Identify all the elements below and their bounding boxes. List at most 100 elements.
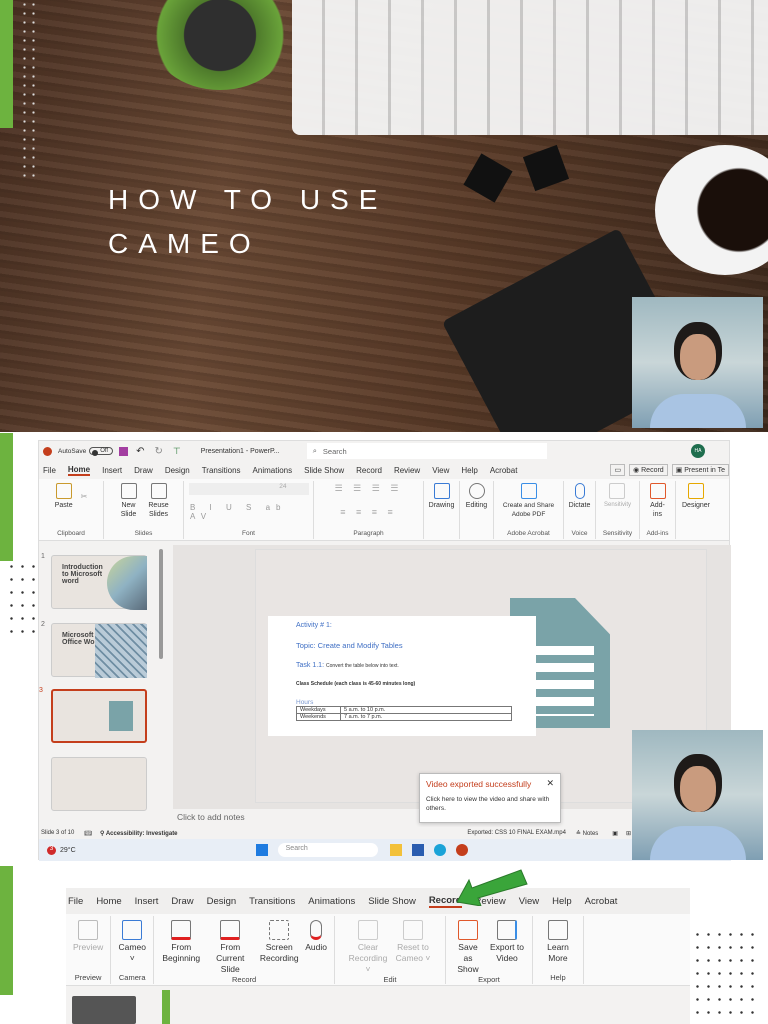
help-book-icon [547,920,568,940]
tab-help[interactable]: Help [461,466,477,475]
screen-recording-icon [269,920,290,940]
accent-bar [0,866,13,995]
accent-bar [162,990,170,1024]
tab-home[interactable]: Home [96,896,121,907]
present-in-teams-button[interactable]: ▣ Present in Te [671,464,729,476]
tab-acrobat[interactable]: Acrobat [585,896,618,907]
reuse-slides-icon [150,482,167,499]
weather-widget[interactable]: 29°C [60,847,76,854]
slide-thumbnail-4[interactable] [51,757,147,811]
preview-button[interactable]: Preview [73,920,103,953]
taskbar-search[interactable]: Search [277,843,378,857]
paste-button[interactable]: Paste [55,482,73,510]
font-size-select[interactable]: 24 [188,482,309,495]
ribbon-tabs: File Home Insert Draw Design Transitions… [39,461,729,479]
record-button[interactable]: ◉ Record [629,464,668,476]
green-arrow-pointer [456,869,528,906]
dot-pattern [6,560,38,635]
editing-button[interactable]: Editing [466,482,487,510]
tab-design[interactable]: Design [165,466,190,475]
title-bar: AutoSave Off ↶ ↻ ⊤ Presentation1 - Power… [39,441,729,461]
edge-icon[interactable] [433,844,446,856]
learn-more-button[interactable]: Learn More [544,920,572,964]
tab-view[interactable]: View [432,466,449,475]
save-icon[interactable] [119,446,129,456]
export-toast[interactable]: Video exported successfully ✕ Click here… [419,773,561,823]
tab-record[interactable]: Record [356,466,382,475]
slide-thumbnail[interactable] [72,996,136,1024]
record-from-beginning-button[interactable]: From Beginning [161,920,201,964]
slide-thumbnail-1[interactable]: Introduction to Microsoft word [51,555,147,610]
cut-icon[interactable]: ✂ [81,492,88,501]
align-buttons[interactable]: ≡ ≡ ≡ ≡ [340,507,397,517]
tab-transitions[interactable]: Transitions [202,466,241,475]
tab-insert[interactable]: Insert [102,466,122,475]
reuse-slides-button[interactable]: Reuse Slides [146,482,172,519]
accent-bar [0,433,13,561]
accessibility-status[interactable]: ⚲ Accessibility: Investigate [100,830,178,837]
create-adobe-pdf-button[interactable]: Create and Share Adobe PDF [500,482,557,519]
tab-help[interactable]: Help [552,896,572,907]
slide-thumbnail-2[interactable]: Microsoft Office Word [51,623,147,678]
search-box[interactable]: ⌕ Search [306,443,547,459]
audio-button[interactable]: Audio [305,920,327,953]
new-slide-button[interactable]: New Slide [116,482,142,519]
redo-icon[interactable]: ↻ [154,446,162,457]
sensitivity-button[interactable]: Sensitivity [604,482,631,510]
spelling-icon[interactable]: 📖︎ [84,830,92,837]
cameo-button[interactable]: Cameo ˅ [118,920,146,964]
reset-to-cameo-button[interactable]: Reset to Cameo ˅ [394,920,432,964]
tab-slide-show[interactable]: Slide Show [304,466,344,475]
tab-file[interactable]: File [68,896,83,907]
tab-draw[interactable]: Draw [171,896,193,907]
start-icon[interactable] [255,844,268,856]
dot-pattern [692,928,756,1024]
search-icon [468,482,485,499]
cameo-webcam-feed [632,297,763,428]
export-to-video-button[interactable]: Export to Video [489,920,525,964]
tab-draw[interactable]: Draw [134,466,153,475]
slide-sorter-icon[interactable]: ⊞ [626,830,631,837]
tab-file[interactable]: File [43,466,56,475]
paragraph-buttons[interactable]: ☰ ☰ ☰ ☰ [335,483,403,494]
status-bar: Slide 3 of 10 📖︎ ⚲ Accessibility: Invest… [39,827,731,839]
avatar[interactable]: HA [691,444,705,458]
tab-home[interactable]: Home [67,465,91,476]
notes-button[interactable]: ≙ Notes [576,830,598,837]
tab-review[interactable]: Review [394,466,420,475]
undo-icon[interactable]: ↶ [136,446,144,457]
tab-animations[interactable]: Animations [308,896,355,907]
accent-bar [0,0,13,128]
save-as-show-button[interactable]: Save as Show [453,920,483,975]
tab-slide-show[interactable]: Slide Show [368,896,416,907]
normal-view-icon[interactable]: ▣ [612,830,618,837]
save-as-show-icon [457,920,478,940]
present-icon[interactable]: ⊤ [173,446,181,457]
file-explorer-icon[interactable] [389,844,402,856]
tab-insert[interactable]: Insert [135,896,159,907]
autosave-toggle[interactable]: Off [89,447,114,456]
designer-button[interactable]: Designer [682,482,710,510]
add-ins-button[interactable]: Add-ins [646,482,669,519]
tab-design[interactable]: Design [207,896,237,907]
weather-badge: 3 [47,845,56,855]
close-icon[interactable]: ✕ [546,778,554,789]
powerpoint-logo-icon [43,446,52,456]
slide-thumbnail-3[interactable] [51,689,147,743]
drawing-button[interactable]: Drawing [429,482,454,510]
comments-button[interactable]: ▭ [610,464,626,476]
record-from-current-slide-button[interactable]: From Current Slide [207,920,253,975]
screen-recording-button[interactable]: Screen Recording [259,920,299,964]
store-icon[interactable] [411,844,424,856]
clear-recording-button[interactable]: Clear Recording ˅ [348,920,388,975]
slide-title: HOW TO USE CAMEO [108,184,388,259]
font-format-buttons[interactable]: B I U S ab AV [190,503,307,521]
powerpoint-taskbar-icon[interactable] [455,844,468,856]
dictate-button[interactable]: Dictate [569,482,590,510]
thumbnail-scrollbar[interactable] [159,549,163,659]
tab-transitions[interactable]: Transitions [249,896,295,907]
tab-acrobat[interactable]: Acrobat [490,466,518,475]
tab-animations[interactable]: Animations [253,466,293,475]
designer-icon [688,482,704,499]
reset-cameo-icon [402,920,423,940]
